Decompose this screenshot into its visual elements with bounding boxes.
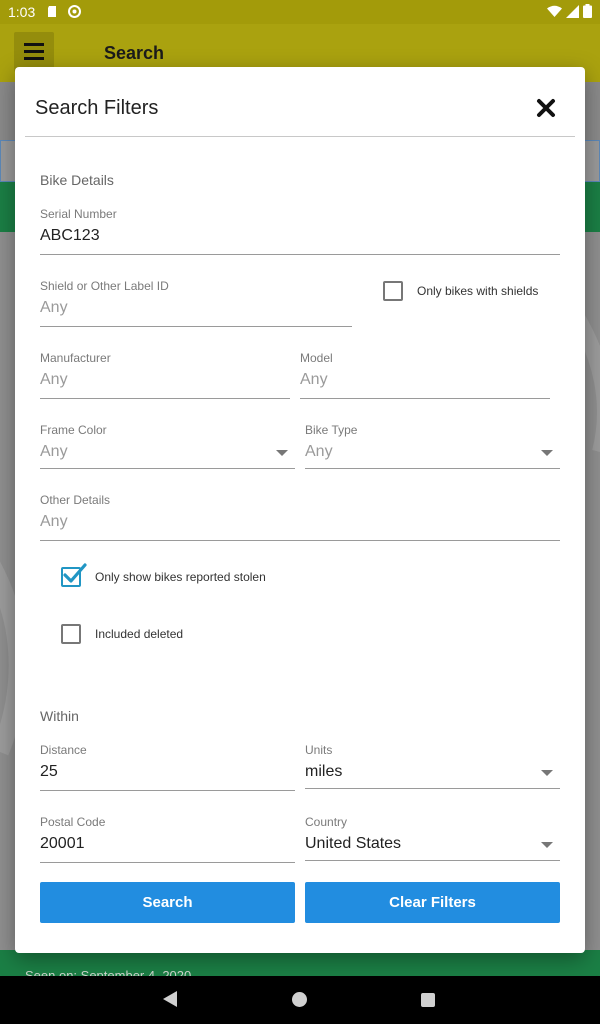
status-bar: 1:03 [0,0,600,24]
units-label: Units [305,743,333,757]
chevron-down-icon [541,842,553,848]
close-icon [537,99,555,117]
chevron-down-icon [276,450,288,456]
checkmark-icon [63,563,87,583]
shield-label-id-label: Shield or Other Label ID [40,279,169,293]
battery-icon [583,4,592,18]
section-within: Within [40,708,79,724]
distance-field[interactable]: Distance 25 [40,743,295,791]
manufacturer-label: Manufacturer [40,351,111,365]
distance-value: 25 [40,763,58,780]
search-button[interactable]: Search [40,882,295,923]
section-bike-details: Bike Details [40,172,114,188]
wifi-icon [547,5,562,17]
model-placeholder: Any [300,371,328,388]
dialog-divider [25,136,575,137]
other-details-label: Other Details [40,493,111,507]
recents-icon[interactable] [421,993,435,1007]
sd-card-icon [48,6,56,17]
only-shields-checkbox[interactable]: Only bikes with shields [383,281,538,301]
postal-code-field[interactable]: Postal Code 20001 [40,815,295,863]
serial-number-value: ABC123 [40,227,100,244]
clear-filters-button[interactable]: Clear Filters [305,882,560,923]
status-time: 1:03 [8,4,36,20]
country-value: United States [305,835,402,852]
chevron-down-icon [541,770,553,776]
menu-icon [24,43,44,46]
manufacturer-placeholder: Any [40,371,68,388]
home-icon[interactable] [292,992,307,1007]
frame-color-value: Any [40,443,68,460]
only-stolen-label: Only show bikes reported stolen [95,570,266,584]
country-select[interactable]: Country United States [305,815,560,861]
include-deleted-checkbox-box[interactable] [61,624,81,644]
postal-code-label: Postal Code [40,815,106,829]
manufacturer-field[interactable]: Manufacturer Any [40,351,290,399]
distance-label: Distance [40,743,87,757]
menu-icon-line [24,50,44,53]
units-select[interactable]: Units miles [305,743,560,789]
back-icon[interactable] [163,991,177,1007]
include-deleted-label: Included deleted [95,627,184,641]
bike-type-value: Any [305,443,333,460]
only-shields-checkbox-box[interactable] [383,281,403,301]
app-title: Search [104,43,165,63]
shield-label-id-field[interactable]: Shield or Other Label ID Any [40,279,352,327]
only-shields-label: Only bikes with shields [417,284,539,298]
only-stolen-checkbox[interactable]: Only show bikes reported stolen [61,563,266,587]
serial-number-label: Serial Number [40,207,117,221]
other-details-field[interactable]: Other Details Any [40,493,560,541]
include-deleted-checkbox[interactable]: Included deleted [61,624,183,644]
bike-type-select[interactable]: Bike Type Any [305,423,560,469]
background-seen-text: Seen on: September 4, 2020 [0,950,600,976]
frame-color-label: Frame Color [40,423,107,437]
menu-button[interactable] [14,32,54,72]
chevron-down-icon [541,450,553,456]
other-details-placeholder: Any [40,513,68,530]
dialog-title: Search Filters [35,97,159,119]
sync-icon [68,5,81,18]
model-label: Model [300,351,333,365]
status-indicators [547,4,592,18]
units-value: miles [305,763,343,780]
only-stolen-checkbox-box[interactable] [61,563,87,587]
shield-label-id-placeholder: Any [40,299,68,316]
country-label: Country [305,815,348,829]
serial-number-field[interactable]: Serial Number ABC123 [40,207,560,255]
model-field[interactable]: Model Any [300,351,550,399]
close-button[interactable] [533,95,559,121]
search-filters-dialog: Search Filters Bike Details Serial Numbe… [15,67,585,953]
signal-icon [566,4,579,18]
frame-color-select[interactable]: Frame Color Any [40,423,295,469]
menu-icon-line [24,57,44,60]
postal-code-value: 20001 [40,835,85,852]
bike-type-label: Bike Type [305,423,358,437]
